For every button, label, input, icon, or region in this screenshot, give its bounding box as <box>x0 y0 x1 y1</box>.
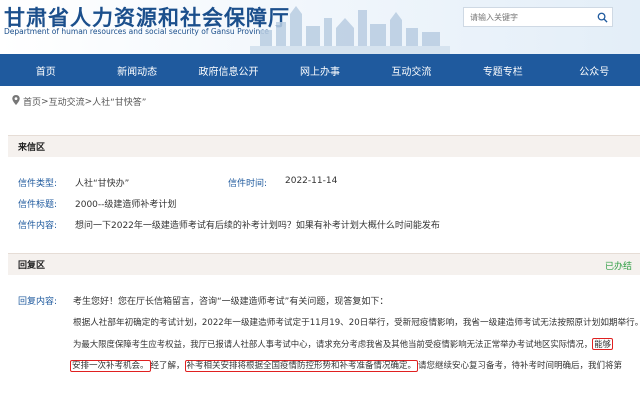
city-skyline-banner <box>250 6 450 54</box>
nav-item-home[interactable]: 首页 <box>0 54 91 86</box>
nav-item-special-topics[interactable]: 专题专栏 <box>457 54 548 86</box>
reply-content-label: 回复内容: <box>18 297 58 307</box>
nav-item-gov-info[interactable]: 政府信息公开 <box>183 54 274 86</box>
letter-content-label: 信件内容: <box>18 221 58 231</box>
reply-paragraph-2: 根据人社部年初确定的考试计划，2022年一级建造师考试定于11月19、20日举行… <box>73 318 640 328</box>
breadcrumb-interaction[interactable]: 互动交流 <box>49 95 85 108</box>
letter-section-title: 来信区 <box>18 143 46 153</box>
status-badge: 已办结 <box>604 262 632 272</box>
breadcrumb-separator: > <box>41 96 49 107</box>
highlight-box: 安排一次补考机会。 <box>70 360 151 372</box>
site-subtitle: Department of human resources and social… <box>4 27 269 36</box>
search-box <box>463 7 613 27</box>
letter-section-header: 来信区 <box>8 135 640 157</box>
letter-type-value: 人社“甘快办” <box>75 179 130 189</box>
search-input[interactable] <box>464 8 592 26</box>
location-pin-icon <box>12 95 20 108</box>
letter-type-label: 信件类型: <box>18 179 58 189</box>
letter-subject-value: 2000--级建造师补考计划 <box>75 200 177 210</box>
breadcrumb-separator: > <box>84 96 93 107</box>
nav-item-official-account[interactable]: 公众号 <box>549 54 640 86</box>
breadcrumb-current: 人社“甘快答” <box>92 98 147 108</box>
reply-paragraph-3-continued: 安排一次补考机会。 经了解， 补考相关安排将根据全国疫情防控形势和补考准备情况确定。… <box>70 360 623 372</box>
letter-subject-label: 信件标题: <box>18 200 58 210</box>
nav-item-online-service[interactable]: 网上办事 <box>274 54 365 86</box>
reply-section-title: 回复区 <box>18 261 46 271</box>
nav-item-interaction[interactable]: 互动交流 <box>366 54 457 86</box>
main-nav: 首页 新闻动态 政府信息公开 网上办事 互动交流 专题专栏 公众号 <box>0 54 640 86</box>
letter-time-value: 2022-11-14 <box>285 176 338 186</box>
breadcrumb: 首页 > 互动交流 > 人社“甘快答” <box>12 95 146 108</box>
reply-paragraph-3: 为最大限度保障考生应考权益，我厅已报请人社部人事考试中心，请求充分考虑我省及其他… <box>73 338 613 350</box>
site-header: 甘肃省人力资源和社会保障厅 Department of human resour… <box>0 0 640 54</box>
reply-section-header: 回复区 已办结 <box>8 253 640 275</box>
letter-time-label: 信件时间: <box>228 179 268 189</box>
search-icon[interactable] <box>592 8 612 26</box>
highlight-box: 补考相关安排将根据全国疫情防控形势和补考准备情况确定。 <box>184 360 419 372</box>
breadcrumb-home[interactable]: 首页 <box>23 95 41 108</box>
letter-content-value: 想问一下2022年一级建造师考试有后续的补考计划吗？如果有补考计划大概什么时间能… <box>75 221 440 231</box>
highlight-box: 能够 <box>592 338 613 350</box>
reply-paragraph-1: 考生您好！您在厅长信箱留言，咨询“一级建造师考试”有关问题，现答复如下： <box>73 297 389 307</box>
nav-item-news[interactable]: 新闻动态 <box>91 54 182 86</box>
